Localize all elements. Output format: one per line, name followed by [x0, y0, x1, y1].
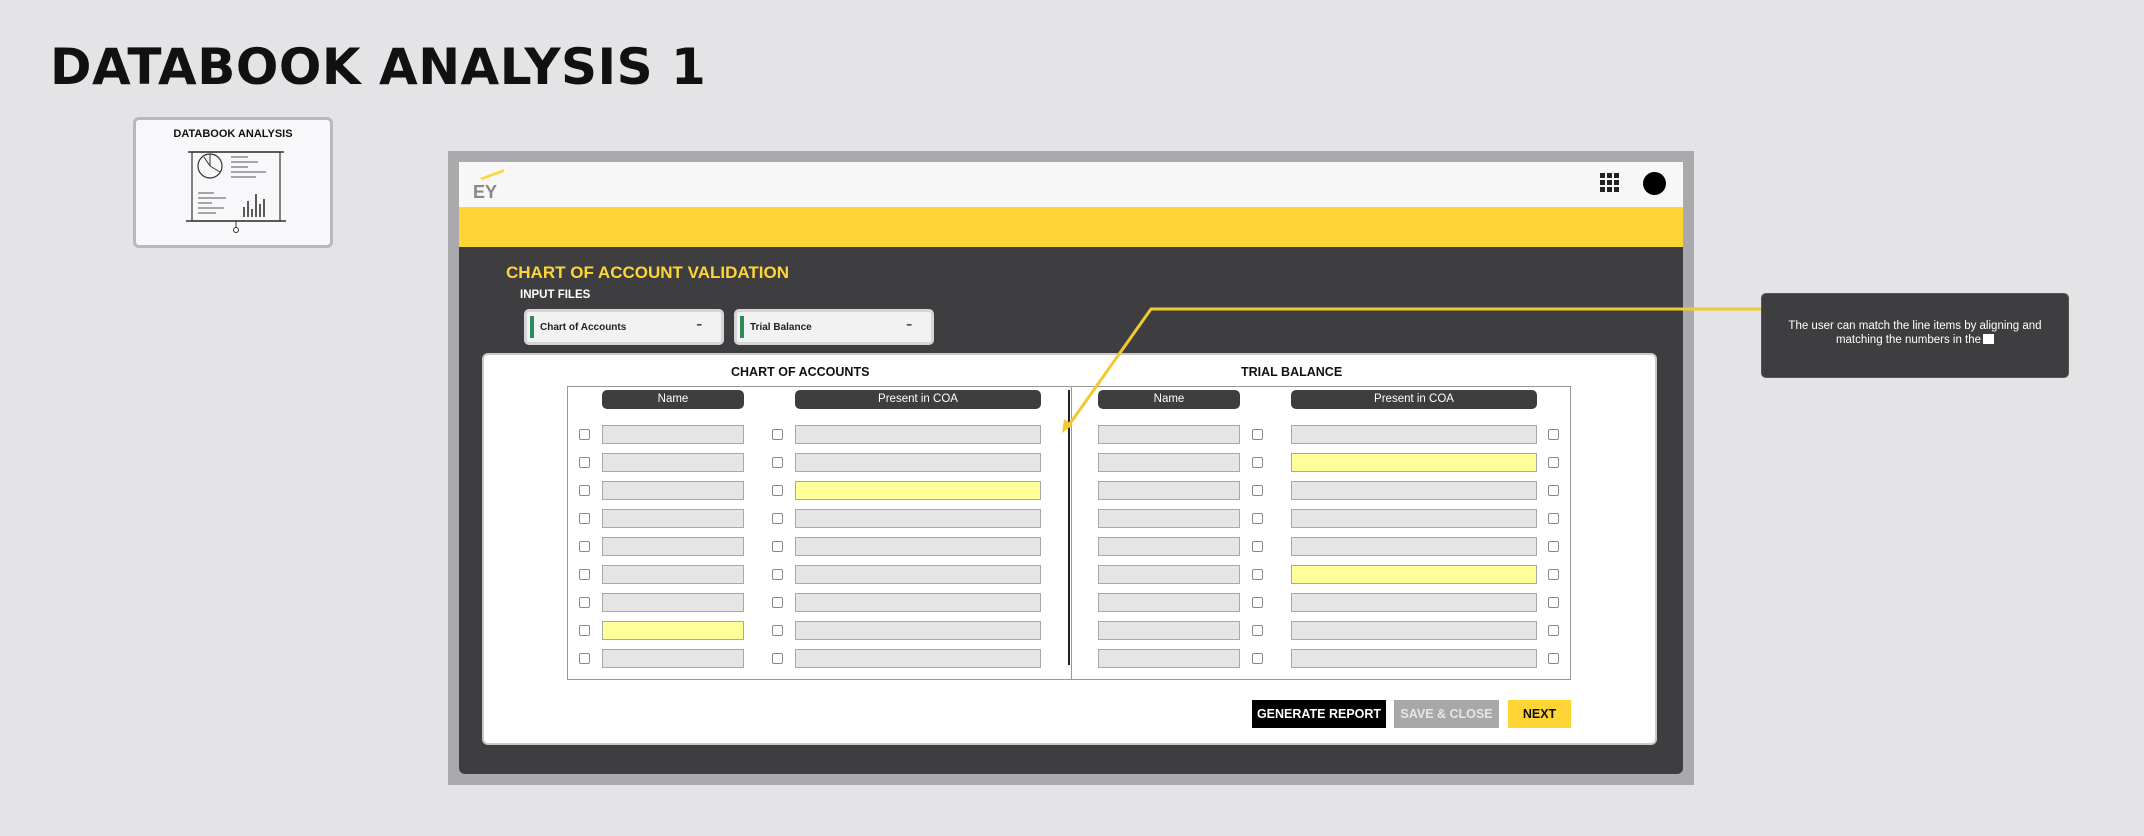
- annotation-connector: [1062, 307, 1763, 433]
- annotation-note: The user can match the line items by ali…: [1761, 293, 2069, 378]
- annotation-text: The user can match the line items by ali…: [1788, 320, 2042, 346]
- square-icon: [1983, 334, 1995, 344]
